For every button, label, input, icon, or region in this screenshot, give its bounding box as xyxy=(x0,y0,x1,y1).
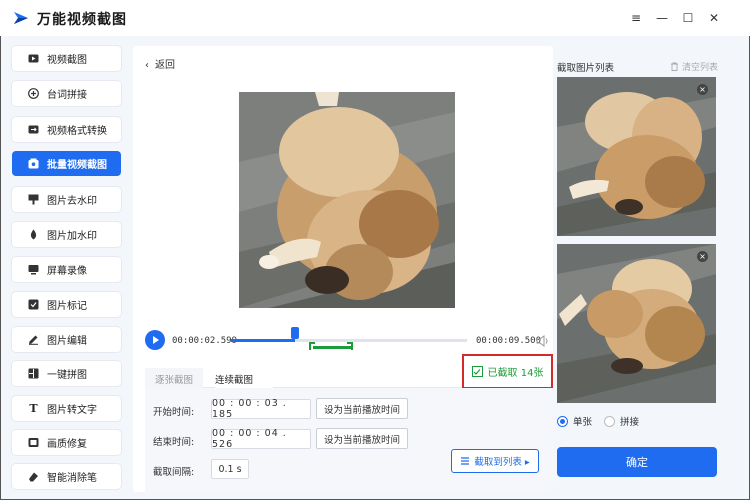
sidebar-item-label: 图片编辑 xyxy=(47,336,87,347)
tab-single-capture[interactable]: 逐张截图 xyxy=(145,368,203,388)
subtitle-icon xyxy=(28,88,39,99)
back-label: 返回 xyxy=(155,60,175,71)
minimize-button[interactable]: — xyxy=(654,10,670,26)
collage-icon xyxy=(28,368,39,379)
clear-list-button[interactable]: 清空列表 xyxy=(670,60,718,73)
sidebar-item-label: 视频格式转换 xyxy=(47,126,107,137)
progress-fill xyxy=(231,339,295,342)
back-button[interactable]: ‹ 返回 xyxy=(145,56,175,71)
sidebar-item-label: 台词拼接 xyxy=(47,90,87,101)
output-mode-options: 单张 拼接 xyxy=(557,414,639,428)
checkbox-checked-icon xyxy=(471,366,483,377)
maximize-button[interactable]: ☐ xyxy=(680,10,696,26)
sidebar-item-smart-eraser[interactable]: 智能消除笔 xyxy=(12,464,121,489)
sidebar-item-image-edit[interactable]: 图片编辑 xyxy=(12,327,121,352)
mark-icon xyxy=(28,299,39,310)
interval-label: 截取间隔: xyxy=(153,467,195,478)
radio-single-label: 单张 xyxy=(573,417,593,428)
title-bar: 万能视频截图 ≡ — ☐ ✕ xyxy=(0,0,750,36)
chevron-left-icon: ‹ xyxy=(145,60,149,71)
set-start-current-button[interactable]: 设为当前播放时间 xyxy=(316,398,408,419)
sidebar-item-label: 视频截图 xyxy=(47,55,87,66)
app-title: 万能视频截图 xyxy=(37,12,127,28)
video-preview xyxy=(239,92,455,308)
end-time-label: 结束时间: xyxy=(153,437,195,448)
sidebar-item-label: 批量视频截图 xyxy=(47,160,107,171)
sidebar-item-image-to-text[interactable]: T 图片转文字 xyxy=(12,396,121,421)
captured-thumbnail[interactable]: × xyxy=(557,77,716,236)
app-logo-icon xyxy=(14,12,28,24)
repair-icon xyxy=(28,437,39,448)
batch-icon xyxy=(28,158,39,169)
start-time-input[interactable]: 00 : 00 : 03 . 185 xyxy=(211,398,311,420)
capture-to-list-label: 截取到列表 ▸ xyxy=(474,457,530,468)
range-start-handle[interactable] xyxy=(309,342,315,350)
text-icon: T xyxy=(29,402,38,415)
sidebar-item-remove-watermark[interactable]: 图片去水印 xyxy=(12,187,121,212)
captured-count-label: 已截取 14张 xyxy=(487,368,544,379)
sidebar-item-label: 图片转文字 xyxy=(47,405,97,416)
capture-to-list-button[interactable]: 截取到列表 ▸ xyxy=(451,449,539,473)
clear-list-label: 清空列表 xyxy=(682,63,719,73)
progress-handle[interactable] xyxy=(291,327,299,339)
thumbnail-image xyxy=(557,77,716,236)
sidebar-item-image-mark[interactable]: 图片标记 xyxy=(12,292,121,317)
dog-photo-image xyxy=(239,92,455,308)
sidebar-item-add-watermark[interactable]: 图片加水印 xyxy=(12,222,121,247)
video-icon xyxy=(28,53,39,64)
start-time-label: 开始时间: xyxy=(153,407,195,418)
sidebar-item-video-screenshot[interactable]: 视频截图 xyxy=(12,46,121,71)
sidebar-item-format-convert[interactable]: 视频格式转换 xyxy=(12,117,121,142)
capture-list-title: 截取图片列表 xyxy=(557,63,615,74)
list-icon xyxy=(461,457,470,465)
trash-icon xyxy=(671,62,678,71)
sidebar-item-screen-record[interactable]: 屏幕录像 xyxy=(12,257,121,282)
sidebar-item-label: 图片标记 xyxy=(47,301,87,312)
selection-range xyxy=(313,346,351,349)
sidebar-item-batch-screenshot[interactable]: 批量视频截图 xyxy=(12,151,121,176)
remove-watermark-icon xyxy=(28,194,39,205)
range-end-handle[interactable] xyxy=(347,342,353,350)
sidebar-item-quality-repair[interactable]: 画质修复 xyxy=(12,430,121,455)
radio-join-label: 拼接 xyxy=(620,417,640,428)
remove-thumbnail-icon[interactable]: × xyxy=(697,84,708,95)
captured-thumbnail[interactable]: × xyxy=(557,244,716,403)
radio-single[interactable] xyxy=(557,415,568,427)
sidebar-item-subtitle-join[interactable]: 台词拼接 xyxy=(12,81,121,106)
sidebar-item-label: 一键拼图 xyxy=(47,370,87,381)
sidebar-item-label: 屏幕录像 xyxy=(47,266,87,277)
play-icon xyxy=(153,336,159,344)
menu-icon[interactable]: ≡ xyxy=(628,10,644,26)
edit-icon xyxy=(28,334,39,345)
continuous-settings-panel: 开始时间: 00 : 00 : 03 . 185 设为当前播放时间 结束时间: … xyxy=(145,388,553,492)
screen-record-icon xyxy=(28,264,39,275)
convert-icon xyxy=(28,124,39,135)
sidebar-item-collage[interactable]: 一键拼图 xyxy=(12,361,121,386)
play-button[interactable] xyxy=(145,330,165,350)
sidebar-item-label: 图片加水印 xyxy=(47,231,97,242)
radio-join[interactable] xyxy=(604,415,616,427)
sidebar-item-label: 画质修复 xyxy=(47,439,87,450)
remove-thumbnail-icon[interactable]: × xyxy=(697,251,708,262)
add-watermark-icon xyxy=(28,229,39,240)
main-panel: ‹ 返回 00:00:02.599 00:00:09.500 逐张截图 连续截图… xyxy=(133,46,553,492)
sidebar-item-label: 图片去水印 xyxy=(47,196,97,207)
captured-count-badge: 已截取 14张 xyxy=(462,354,553,389)
tab-continuous-capture[interactable]: 连续截图 xyxy=(215,368,273,388)
set-end-current-button[interactable]: 设为当前播放时间 xyxy=(316,428,408,449)
thumbnail-image xyxy=(557,244,716,403)
eraser-icon xyxy=(28,471,39,482)
current-time: 00:00:02.599 xyxy=(172,336,238,346)
sidebar-item-label: 智能消除笔 xyxy=(47,473,97,484)
confirm-button[interactable]: 确定 xyxy=(557,447,717,477)
volume-icon[interactable] xyxy=(536,334,550,348)
close-button[interactable]: ✕ xyxy=(706,10,722,26)
interval-input[interactable]: 0.1 s xyxy=(211,459,249,479)
total-time: 00:00:09.500 xyxy=(476,336,542,346)
end-time-input[interactable]: 00 : 00 : 04 . 526 xyxy=(211,428,311,450)
